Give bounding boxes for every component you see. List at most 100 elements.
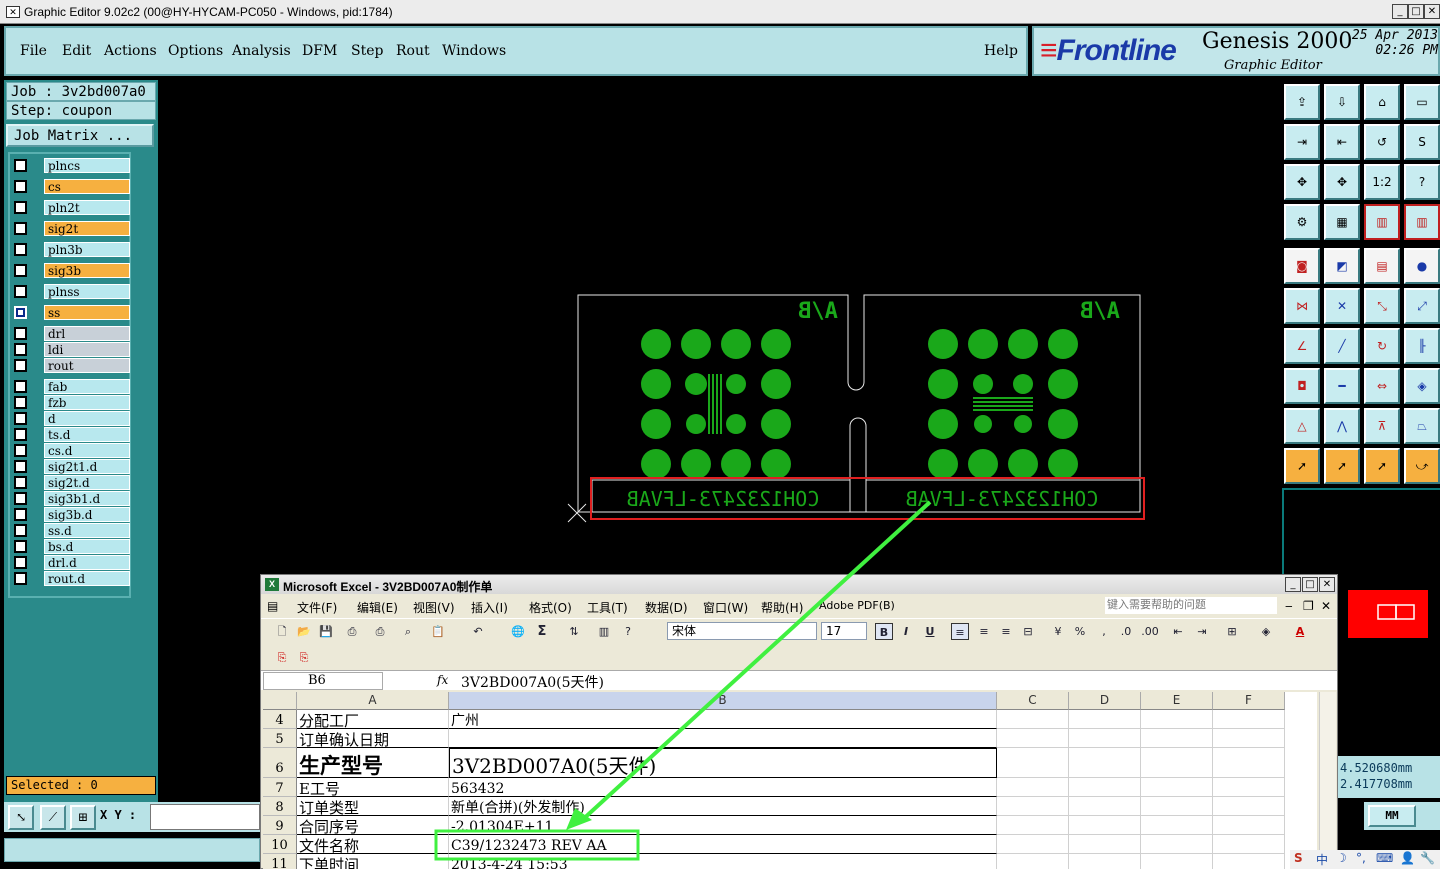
route-icon[interactable]: ⤻: [1404, 448, 1440, 484]
excel-minimize-button[interactable]: _: [1285, 577, 1301, 592]
empty-cell[interactable]: [997, 835, 1069, 854]
net-icon[interactable]: ⋈: [1284, 288, 1320, 324]
window-icon[interactable]: ▭: [1404, 84, 1440, 120]
menu-actions[interactable]: Actions: [104, 43, 157, 59]
empty-cell[interactable]: [1069, 854, 1141, 869]
column-header[interactable]: B: [449, 692, 997, 710]
layer-name[interactable]: sig3b: [44, 263, 130, 278]
home-icon[interactable]: ⌂: [1364, 84, 1400, 120]
excel-doc-minimize[interactable]: ‒: [1285, 599, 1293, 613]
menu-help[interactable]: Help: [984, 43, 1018, 59]
undo-icon[interactable]: ↶: [469, 623, 487, 640]
hyperlink-icon[interactable]: 🌐: [509, 623, 527, 640]
close-button[interactable]: ✕: [1424, 4, 1440, 19]
menu-file[interactable]: File: [20, 43, 47, 59]
layer-row-rout[interactable]: rout: [12, 358, 130, 373]
layer-row-cs[interactable]: cs: [12, 179, 130, 194]
layer-name[interactable]: plncs: [44, 158, 130, 173]
pdf-convert-icon[interactable]: ⎘: [273, 649, 291, 666]
select-icon[interactable]: ◩: [1324, 248, 1360, 284]
row-header[interactable]: 7: [263, 778, 297, 797]
empty-cell[interactable]: [1141, 854, 1213, 869]
layer-checkbox[interactable]: [14, 285, 27, 298]
shape-icon[interactable]: ◈: [1404, 368, 1440, 404]
layer-name[interactable]: pln3b: [44, 242, 130, 257]
excel-doc-close[interactable]: ✕: [1321, 599, 1331, 613]
layer-name[interactable]: drl.d: [44, 555, 130, 570]
layer-checkbox[interactable]: [14, 572, 27, 585]
layer-name[interactable]: pln2t: [44, 200, 130, 215]
pcb-canvas[interactable]: A/B COH1232473-LFVAB A/B COH1232473-LFVAB: [560, 280, 1160, 540]
cell-label[interactable]: 分配工厂: [297, 710, 449, 729]
cell-value[interactable]: C39/1232473 REV AA: [449, 835, 997, 854]
layer-checkbox[interactable]: [14, 428, 27, 441]
layer-checkbox[interactable]: [14, 159, 27, 172]
layer-name[interactable]: fab: [44, 379, 130, 394]
symbol-icon[interactable]: ╟: [1404, 328, 1440, 364]
empty-cell[interactable]: [997, 710, 1069, 729]
layer-row-fab[interactable]: fab: [12, 379, 130, 394]
autosum-icon[interactable]: Σ: [533, 623, 551, 640]
empty-cell[interactable]: [1069, 835, 1141, 854]
layer-checkbox[interactable]: [14, 476, 27, 489]
excel-menu-help[interactable]: 帮助(H): [761, 599, 803, 616]
layer-checkbox[interactable]: [14, 264, 27, 277]
layer-checkbox[interactable]: [14, 343, 27, 356]
excel-menu-adobe[interactable]: Adobe PDF(B): [819, 599, 895, 612]
dimension-icon[interactable]: ⇔: [1364, 368, 1400, 404]
percent-icon[interactable]: %: [1071, 623, 1089, 640]
layer-name[interactable]: cs: [44, 179, 130, 194]
row-header[interactable]: 8: [263, 797, 297, 816]
layer-name[interactable]: sig3b1.d: [44, 491, 130, 506]
layer-name[interactable]: ts.d: [44, 427, 130, 442]
pointer-icon[interactable]: ➚: [1284, 448, 1320, 484]
trapezoid-icon[interactable]: ⏢: [1404, 408, 1440, 444]
pad-icon[interactable]: ◘: [1284, 368, 1320, 404]
column-header[interactable]: A: [297, 692, 449, 710]
layer-row-sig2t-d[interactable]: sig2t.d: [12, 475, 130, 490]
empty-cell[interactable]: [1141, 816, 1213, 835]
layer-name[interactable]: bs.d: [44, 539, 130, 554]
align-right-button[interactable]: ≡: [997, 623, 1015, 640]
empty-cell[interactable]: [997, 748, 1069, 778]
xy-input[interactable]: [150, 804, 260, 830]
layer-checkbox[interactable]: [14, 380, 27, 393]
dot-icon[interactable]: ●: [1404, 248, 1440, 284]
layer-row-sig3b1-d[interactable]: sig3b1.d: [12, 491, 130, 506]
cell-value[interactable]: 2013-4-24 15:53: [449, 854, 997, 869]
layer-name[interactable]: sig2t: [44, 221, 130, 236]
currency-icon[interactable]: ¥: [1049, 623, 1067, 640]
row-header[interactable]: 5: [263, 729, 297, 748]
new-icon[interactable]: 🗋: [273, 623, 291, 640]
grid-icon[interactable]: ▦: [1324, 204, 1360, 240]
increase-indent-icon[interactable]: ⇥: [1193, 623, 1211, 640]
layer-row-ss-d[interactable]: ss.d: [12, 523, 130, 538]
excel-doc-icon[interactable]: ▤: [267, 599, 278, 613]
layer-name[interactable]: sig3b.d: [44, 507, 130, 522]
layer-checkbox[interactable]: [14, 306, 27, 319]
menu-step[interactable]: Step: [351, 43, 383, 59]
empty-cell[interactable]: [1213, 797, 1285, 816]
keyboard-icon[interactable]: ⌨: [1376, 851, 1393, 865]
cell-value[interactable]: 3V2BD007A0(5天件): [449, 748, 997, 778]
excel-menu-format[interactable]: 格式(O): [529, 599, 572, 616]
zoom-center-icon[interactable]: ✥: [1324, 164, 1360, 200]
snap-icon[interactable]: S: [1404, 124, 1440, 160]
permission-icon[interactable]: ⎙: [343, 623, 361, 640]
undo-icon[interactable]: ↺: [1364, 124, 1400, 160]
excel-menu-data[interactable]: 数据(D): [645, 599, 688, 616]
empty-cell[interactable]: [1069, 748, 1141, 778]
cell-label[interactable]: 订单类型: [297, 797, 449, 816]
pointer2-icon[interactable]: ➚: [1324, 448, 1360, 484]
layer-row-drl[interactable]: drl: [12, 326, 130, 341]
empty-cell[interactable]: [1069, 710, 1141, 729]
row-header[interactable]: 10: [263, 835, 297, 854]
line-icon[interactable]: ∠: [1284, 328, 1320, 364]
cell-label[interactable]: 生产型号: [297, 748, 449, 778]
cell-label[interactable]: 文件名称: [297, 835, 449, 854]
arc-icon[interactable]: ↻: [1364, 328, 1400, 364]
layer-checkbox[interactable]: [14, 359, 27, 372]
scale-icon[interactable]: 1:2: [1364, 164, 1400, 200]
font-size-select[interactable]: 17: [821, 622, 867, 640]
pen-icon[interactable]: ╱: [1324, 328, 1360, 364]
